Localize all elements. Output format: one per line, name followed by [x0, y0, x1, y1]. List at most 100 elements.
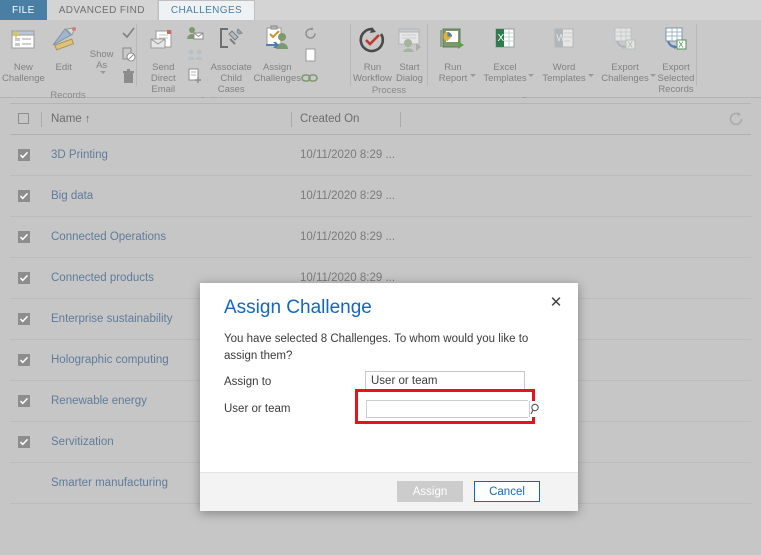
tab-challenges[interactable]: CHALLENGES: [157, 0, 256, 20]
new-record-icon: [8, 25, 38, 60]
ribbon-button-excel-templates[interactable]: X Excel Templates: [476, 25, 534, 84]
row-created-on: 10/11/2020 8:29 ...: [300, 149, 396, 161]
table-row[interactable]: Big data 10/11/2020 8:29 ...: [10, 176, 751, 217]
assign-button[interactable]: Assign: [397, 481, 463, 502]
ribbon-button-start-dialog[interactable]: Start Dialog: [392, 25, 427, 84]
sort-ascending-icon: ↑: [84, 113, 91, 125]
copy-page-icon[interactable]: [303, 48, 318, 68]
ribbon-button-new-challenge[interactable]: New Challenge: [2, 25, 45, 84]
check-icon[interactable]: [121, 26, 136, 45]
ribbon-group-process: Run Workflow Start Dialog Process: [351, 20, 427, 97]
ribbon-button-start-dialog-label: Start Dialog: [395, 62, 423, 84]
ribbon-button-assign-challenges-label: Assign Challenges: [253, 62, 301, 84]
collaborate-small-commands-1: [186, 25, 204, 88]
connect-icon[interactable]: [186, 48, 204, 66]
row-name-link[interactable]: Servitization: [51, 422, 114, 462]
row-checkbox[interactable]: [18, 149, 30, 161]
svg-text:X: X: [498, 33, 505, 44]
tab-advanced-find-label: ADVANCED FIND: [58, 4, 145, 16]
run-workflow-icon: [357, 25, 387, 60]
row-checkbox[interactable]: [18, 313, 30, 325]
column-header-created-on[interactable]: Created On: [300, 104, 359, 134]
dialog-body: Assign Challenge ✕ You have selected 8 C…: [200, 283, 578, 473]
row-created-on: 10/11/2020 8:29 ...: [300, 231, 396, 243]
ribbon-button-word-templates[interactable]: W Word Templates: [534, 25, 594, 84]
row-name-link[interactable]: Enterprise sustainability: [51, 299, 172, 339]
row-checkbox[interactable]: [18, 190, 30, 202]
ribbon-group-records: New Challenge Edit Show As Records: [0, 20, 136, 101]
row-checkbox[interactable]: [18, 354, 30, 366]
row-name-link[interactable]: Renewable energy: [51, 381, 147, 421]
row-checkbox[interactable]: [18, 231, 30, 243]
link-icon[interactable]: [301, 70, 319, 88]
ribbon-button-export-challenges[interactable]: X Export Challenges: [594, 25, 656, 84]
svg-text:X: X: [678, 41, 684, 50]
row-name-link[interactable]: Connected products: [51, 258, 154, 298]
grid-header-row: Name ↑ Created On: [10, 104, 751, 135]
assign-to-label: Assign to: [224, 376, 272, 388]
dialog-message: You have selected 8 Challenges. To whom …: [224, 333, 529, 362]
ribbon-button-edit-label: Edit: [55, 62, 72, 73]
ribbon-group-collaborate: Send Direct Email Associate Child Cases …: [137, 20, 319, 107]
close-icon[interactable]: ✕: [548, 295, 564, 311]
user-or-team-input[interactable]: [367, 401, 529, 417]
dialog-title: Assign Challenge: [224, 297, 372, 318]
deactivate-icon[interactable]: [121, 47, 136, 67]
start-dialog-icon: [394, 25, 424, 60]
ribbon-button-send-direct-email-label: Send Direct Email: [150, 62, 176, 95]
ribbon-button-run-report[interactable]: Run Report: [430, 25, 476, 84]
select-all-checkbox[interactable]: [18, 113, 29, 124]
column-header-name-label: Name: [51, 113, 82, 125]
refresh-icon[interactable]: [727, 110, 745, 128]
row-name-link[interactable]: Smarter manufacturing: [51, 463, 168, 503]
table-row[interactable]: Connected Operations 10/11/2020 8:29 ...: [10, 217, 751, 258]
add-contact-icon[interactable]: [186, 26, 204, 46]
export-challenges-icon: X: [610, 25, 640, 60]
ribbon-button-associate-child-cases-label: Associate Child Cases: [210, 62, 252, 95]
user-or-team-highlight: [355, 389, 542, 424]
ribbon-button-run-workflow[interactable]: Run Workflow: [353, 25, 392, 84]
delete-trash-icon[interactable]: [121, 69, 136, 89]
ribbon-button-excel-templates-label: Excel Templates: [483, 62, 527, 84]
records-small-commands: [121, 25, 136, 89]
ribbon-button-edit[interactable]: Edit: [45, 25, 83, 73]
table-row[interactable]: 3D Printing 10/11/2020 8:29 ...: [10, 135, 751, 176]
row-name-link[interactable]: 3D Printing: [51, 135, 108, 175]
ribbon-button-word-templates-label: Word Templates: [542, 62, 586, 84]
send-direct-email-icon: [148, 25, 178, 60]
ribbon-button-show-as[interactable]: Show As: [83, 25, 121, 74]
header-divider-1: [41, 112, 42, 127]
add-note-icon[interactable]: [186, 68, 204, 88]
tab-file-label: FILE: [12, 4, 35, 16]
search-icon[interactable]: [529, 401, 542, 417]
row-checkbox[interactable]: [18, 436, 30, 448]
svg-text:X: X: [628, 41, 634, 50]
tab-file[interactable]: FILE: [0, 0, 47, 20]
ribbon-separator-4: [696, 24, 697, 86]
tab-challenges-label: CHALLENGES: [170, 5, 243, 16]
ribbon-button-send-direct-email[interactable]: Send Direct Email: [141, 25, 186, 95]
export-selected-records-icon: X: [661, 25, 691, 60]
row-name-link[interactable]: Big data: [51, 176, 93, 216]
dialog-footer: Assign Cancel: [200, 472, 578, 511]
ribbon-button-export-selected-records[interactable]: X Export Selected Records: [656, 25, 696, 95]
tab-advanced-find[interactable]: ADVANCED FIND: [47, 0, 158, 20]
row-name-link[interactable]: Connected Operations: [51, 217, 166, 257]
user-or-team-label: User or team: [224, 403, 291, 415]
ribbon-button-associate-child-cases[interactable]: Associate Child Cases: [209, 25, 254, 95]
row-name-link[interactable]: Holographic computing: [51, 340, 169, 380]
ribbon-button-assign-challenges[interactable]: Assign Challenges: [253, 25, 301, 84]
user-or-team-lookup: [366, 400, 542, 418]
cancel-button[interactable]: Cancel: [474, 481, 540, 502]
ribbon-toolbar: New Challenge Edit Show As Records Send …: [0, 20, 761, 107]
row-checkbox[interactable]: [18, 395, 30, 407]
assign-challenges-icon: [262, 25, 292, 60]
svg-text:W: W: [556, 33, 566, 44]
ribbon-button-export-selected-records-label: Export Selected Records: [657, 62, 695, 95]
refresh-circle-icon[interactable]: [303, 26, 318, 46]
assign-to-input[interactable]: [365, 371, 525, 390]
row-checkbox[interactable]: [18, 272, 30, 284]
column-header-name[interactable]: Name ↑: [51, 104, 90, 134]
column-header-created-on-label: Created On: [300, 113, 360, 125]
excel-templates-icon: X: [490, 25, 520, 60]
